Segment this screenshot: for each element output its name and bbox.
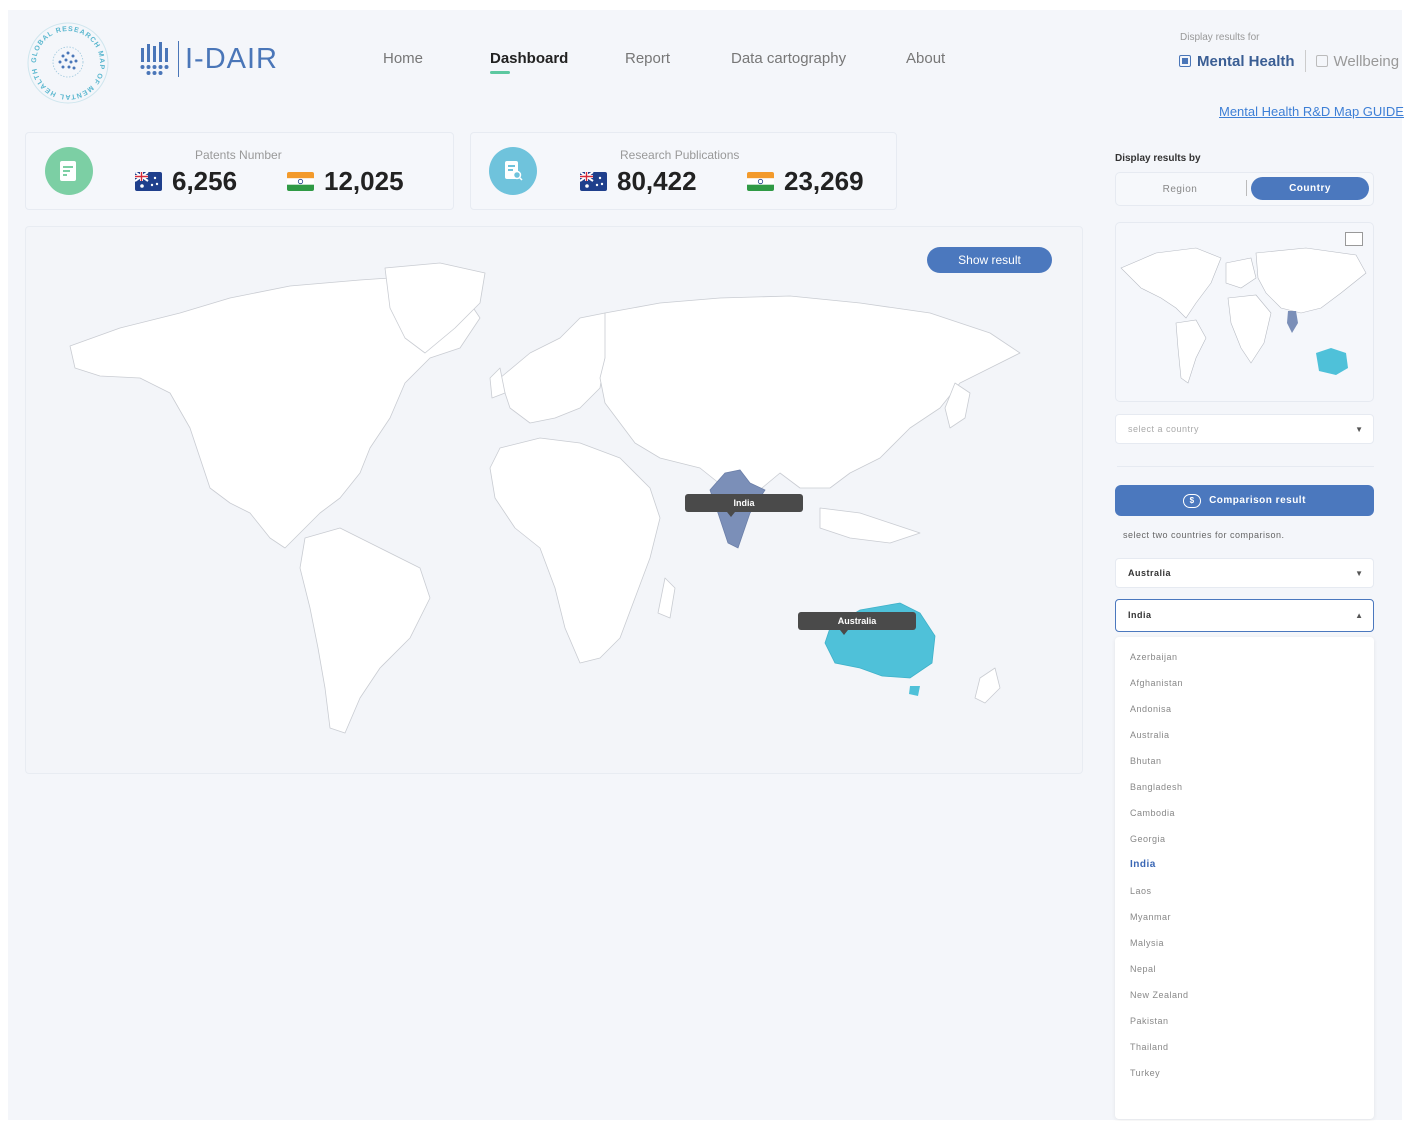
compare-first-value: Australia <box>1128 568 1172 578</box>
nav-home[interactable]: Home <box>383 50 423 67</box>
dropdown-option[interactable]: Georgia <box>1130 834 1166 844</box>
dropdown-option[interactable]: Myanmar <box>1130 912 1171 922</box>
svg-text:GLOBAL RESEARCH MAP OF MENTAL: GLOBAL RESEARCH MAP OF MENTAL HEALTH <box>31 26 105 100</box>
australia-tooltip: Australia <box>798 612 916 635</box>
dropdown-option[interactable]: Pakistan <box>1130 1016 1169 1026</box>
nav-active-indicator <box>490 71 510 74</box>
new-zealand <box>974 667 1001 704</box>
wellbeing-checkbox[interactable] <box>1315 55 1328 67</box>
india-flag-icon <box>747 172 774 191</box>
madagascar <box>657 577 676 619</box>
display-results-for-label: Display results for <box>1180 32 1260 43</box>
mini-world-map[interactable] <box>1116 223 1373 401</box>
india-tooltip: India <box>685 494 803 517</box>
publications-label: Research Publications <box>620 148 740 162</box>
mental-health-label[interactable]: Mental Health <box>1197 53 1295 70</box>
patents-label: Patents Number <box>195 148 282 162</box>
compare-icon: $ <box>1183 493 1202 508</box>
patents-india: 12,025 <box>287 166 404 197</box>
dropdown-option[interactable]: Thailand <box>1130 1042 1169 1052</box>
dropdown-option[interactable]: Cambodia <box>1130 808 1175 818</box>
dropdown-option[interactable]: Malysia <box>1130 938 1164 948</box>
display-by-label: Display results by <box>1115 153 1201 164</box>
publications-india: 23,269 <box>747 166 864 197</box>
india-flag-icon <box>287 172 314 191</box>
chevron-down-icon: ▼ <box>1355 569 1363 578</box>
guide-link[interactable]: Mental Health R&D Map GUIDE <box>1219 104 1404 119</box>
dropdown-option[interactable]: Laos <box>1130 886 1152 896</box>
toggle-divider <box>1304 50 1306 72</box>
dropdown-option[interactable]: Azerbaijan <box>1130 652 1178 662</box>
europe <box>499 312 621 424</box>
i-dair-logo[interactable]: I-DAIR <box>138 40 278 78</box>
uk <box>489 367 506 399</box>
topic-toggle: Mental Health Wellbeing <box>1179 50 1399 72</box>
publication-search-icon <box>489 147 537 195</box>
compare-first-select[interactable]: Australia ▼ <box>1115 558 1374 588</box>
nav-dashboard-label: Dashboard <box>490 50 569 67</box>
logo-divider <box>178 41 179 77</box>
australia-flag-icon <box>135 172 162 191</box>
country-dropdown-list: Azerbaijan Afghanistan Andonisa Australi… <box>1115 637 1374 1119</box>
brand-name: I-DAIR <box>185 42 278 75</box>
segment-divider <box>1246 180 1247 196</box>
dropdown-option[interactable]: Nepal <box>1130 964 1156 974</box>
world-map[interactable] <box>60 258 1050 738</box>
chevron-up-icon: ▲ <box>1355 611 1363 620</box>
africa <box>489 437 661 664</box>
patent-document-icon <box>45 147 93 195</box>
comparison-result-button[interactable]: $ Comparison result <box>1115 485 1374 516</box>
dropdown-option[interactable]: Turkey <box>1130 1068 1160 1078</box>
nav-dashboard[interactable]: Dashboard <box>490 50 569 74</box>
publications-india-value: 23,269 <box>784 166 864 196</box>
australia-flag-icon <box>580 172 607 191</box>
expand-icon[interactable] <box>1345 232 1363 246</box>
publications-australia-value: 80,422 <box>617 166 697 196</box>
comparison-button-label: Comparison result <box>1209 495 1306 506</box>
country-select[interactable]: select a country ▼ <box>1115 414 1374 444</box>
dropdown-option[interactable]: Australia <box>1130 730 1170 740</box>
dropdown-option[interactable]: Andonisa <box>1130 704 1172 714</box>
tasmania-region <box>909 686 920 696</box>
dropdown-option[interactable]: Bangladesh <box>1130 782 1183 792</box>
nav-about[interactable]: About <box>906 50 945 67</box>
dropdown-option[interactable]: New Zealand <box>1130 990 1189 1000</box>
segment-country[interactable]: Country <box>1251 177 1369 200</box>
publications-australia: 80,422 <box>580 166 697 197</box>
global-research-map-seal-logo: GLOBAL RESEARCH MAP OF MENTAL HEALTH <box>27 22 109 104</box>
mini-map-panel <box>1115 222 1374 402</box>
south-america <box>299 527 431 734</box>
dropdown-option[interactable]: Bhutan <box>1130 756 1162 766</box>
nav-data-cartography[interactable]: Data cartography <box>731 50 846 67</box>
segment-region[interactable]: Region <box>1115 172 1245 206</box>
dropdown-option-selected[interactable]: India <box>1130 859 1156 870</box>
country-select-placeholder: select a country <box>1128 424 1200 434</box>
patents-india-value: 12,025 <box>324 166 404 196</box>
patents-australia: 6,256 <box>135 166 237 197</box>
nav-report[interactable]: Report <box>625 50 670 67</box>
mental-health-checkbox[interactable] <box>1179 55 1191 67</box>
patents-australia-value: 6,256 <box>172 166 238 196</box>
compare-second-value: India <box>1128 610 1152 620</box>
comparison-hint: select two countries for comparison. <box>1123 530 1285 540</box>
se-asia-islands <box>819 507 921 544</box>
wellbeing-label[interactable]: Wellbeing <box>1334 53 1400 70</box>
dropdown-option[interactable]: Afghanistan <box>1130 678 1183 688</box>
section-divider <box>1117 466 1374 467</box>
i-dair-bars-icon <box>140 42 169 75</box>
chevron-down-icon: ▼ <box>1355 425 1363 434</box>
compare-second-select[interactable]: India ▲ <box>1115 599 1374 632</box>
